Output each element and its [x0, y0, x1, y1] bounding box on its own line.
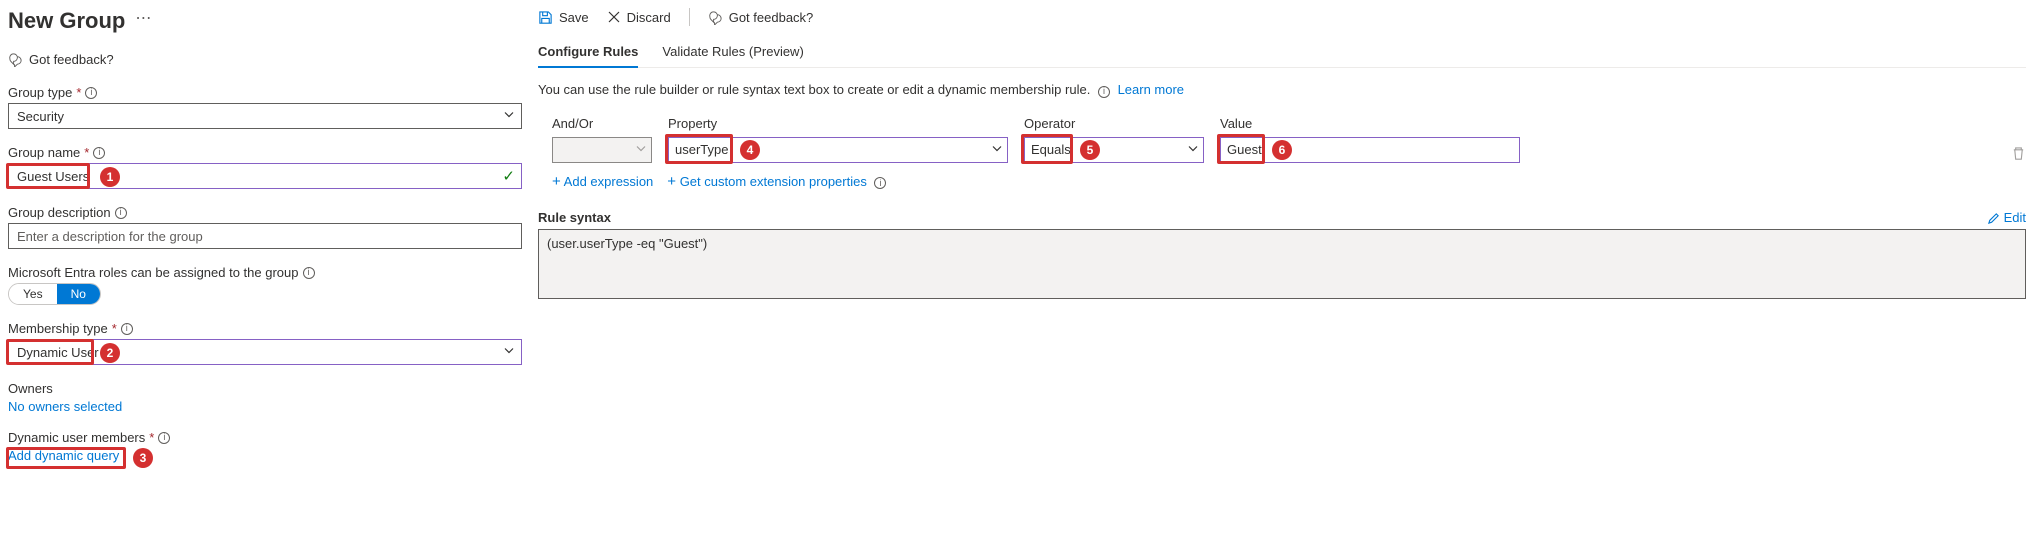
- operator-select[interactable]: Equals: [1024, 137, 1204, 163]
- info-icon[interactable]: i: [1098, 86, 1110, 98]
- value-input[interactable]: Guest: [1220, 137, 1520, 163]
- chevron-down-icon: [991, 142, 1003, 157]
- group-description-label: Group description: [8, 205, 111, 220]
- save-icon: [538, 10, 553, 25]
- group-type-select[interactable]: Security: [8, 103, 522, 129]
- trash-icon: [2011, 146, 2026, 161]
- info-icon[interactable]: i: [121, 323, 133, 335]
- membership-type-select[interactable]: Dynamic User: [8, 339, 522, 365]
- value-text: Guest: [1227, 142, 1262, 157]
- andor-select: [552, 137, 652, 163]
- more-icon[interactable]: ⋯: [135, 11, 151, 31]
- feedback-icon: [8, 52, 23, 67]
- chevron-down-icon: [503, 109, 515, 124]
- header-operator: Operator: [1024, 116, 1204, 131]
- toggle-yes[interactable]: Yes: [9, 284, 57, 304]
- dynamic-members-label: Dynamic user members: [8, 430, 145, 445]
- feedback-icon: [708, 10, 723, 25]
- rule-syntax-value: (user.userType -eq "Guest"): [547, 236, 707, 251]
- hint-text: You can use the rule builder or rule syn…: [538, 82, 1090, 97]
- check-icon: ✓: [502, 167, 515, 185]
- save-button[interactable]: Save: [538, 10, 589, 25]
- owners-label: Owners: [8, 381, 53, 396]
- save-label: Save: [559, 10, 589, 25]
- rule-syntax-textarea[interactable]: (user.userType -eq "Guest"): [538, 229, 2026, 299]
- info-icon[interactable]: i: [115, 207, 127, 219]
- group-type-label: Group type: [8, 85, 72, 100]
- required-marker: *: [112, 321, 117, 336]
- close-icon: [607, 10, 621, 24]
- required-marker: *: [149, 430, 154, 445]
- chevron-down-icon: [503, 345, 515, 360]
- info-icon[interactable]: i: [85, 87, 97, 99]
- get-extension-label: Get custom extension properties: [680, 174, 867, 189]
- header-property: Property: [668, 116, 1008, 131]
- group-description-input[interactable]: Enter a description for the group: [8, 223, 522, 249]
- toggle-no[interactable]: No: [57, 284, 100, 304]
- property-value: userType: [675, 142, 728, 157]
- page-title: New Group: [8, 8, 125, 34]
- group-name-input[interactable]: Guest Users ✓: [8, 163, 522, 189]
- discard-button[interactable]: Discard: [607, 10, 671, 25]
- learn-more-link[interactable]: Learn more: [1118, 82, 1184, 97]
- required-marker: *: [84, 145, 89, 160]
- info-icon[interactable]: i: [158, 432, 170, 444]
- edit-icon: [1987, 212, 2000, 225]
- group-name-label: Group name: [8, 145, 80, 160]
- tab-validate-rules[interactable]: Validate Rules (Preview): [662, 44, 803, 67]
- get-extension-properties-link[interactable]: + Get custom extension properties i: [667, 173, 886, 190]
- group-type-value: Security: [17, 109, 64, 124]
- chevron-down-icon: [1187, 142, 1199, 157]
- discard-label: Discard: [627, 10, 671, 25]
- group-description-placeholder: Enter a description for the group: [17, 229, 203, 244]
- info-icon[interactable]: i: [874, 177, 886, 189]
- info-icon[interactable]: i: [93, 147, 105, 159]
- got-feedback-link[interactable]: Got feedback?: [8, 52, 114, 67]
- entra-roles-toggle[interactable]: Yes No: [8, 283, 101, 305]
- entra-roles-label: Microsoft Entra roles can be assigned to…: [8, 265, 299, 280]
- badge-3: 3: [133, 448, 153, 468]
- required-marker: *: [76, 85, 81, 100]
- membership-type-label: Membership type: [8, 321, 108, 336]
- plus-icon: +: [667, 173, 676, 190]
- plus-icon: +: [552, 173, 561, 190]
- edit-label: Edit: [2004, 210, 2026, 225]
- rule-row: userType 4 Equals 5: [552, 137, 1995, 163]
- add-expression-link[interactable]: + Add expression: [552, 173, 653, 190]
- chevron-down-icon: [635, 142, 647, 157]
- toolbar-separator: [689, 8, 690, 26]
- membership-type-value: Dynamic User: [17, 345, 99, 360]
- operator-value: Equals: [1031, 142, 1071, 157]
- got-feedback-right-label: Got feedback?: [729, 10, 814, 25]
- owners-link[interactable]: No owners selected: [8, 399, 522, 414]
- rule-syntax-label: Rule syntax: [538, 210, 611, 225]
- info-icon[interactable]: i: [303, 267, 315, 279]
- add-dynamic-query-link[interactable]: Add dynamic query: [8, 448, 119, 463]
- property-select[interactable]: userType: [668, 137, 1008, 163]
- edit-rule-syntax-link[interactable]: Edit: [1987, 210, 2026, 225]
- header-andor: And/Or: [552, 116, 652, 131]
- delete-rule-button[interactable]: [2011, 146, 2026, 164]
- got-feedback-link-right[interactable]: Got feedback?: [708, 10, 814, 25]
- group-name-value: Guest Users: [17, 169, 89, 184]
- header-value: Value: [1220, 116, 1520, 131]
- got-feedback-label: Got feedback?: [29, 52, 114, 67]
- tab-configure-rules[interactable]: Configure Rules: [538, 44, 638, 67]
- add-expression-label: Add expression: [564, 174, 654, 189]
